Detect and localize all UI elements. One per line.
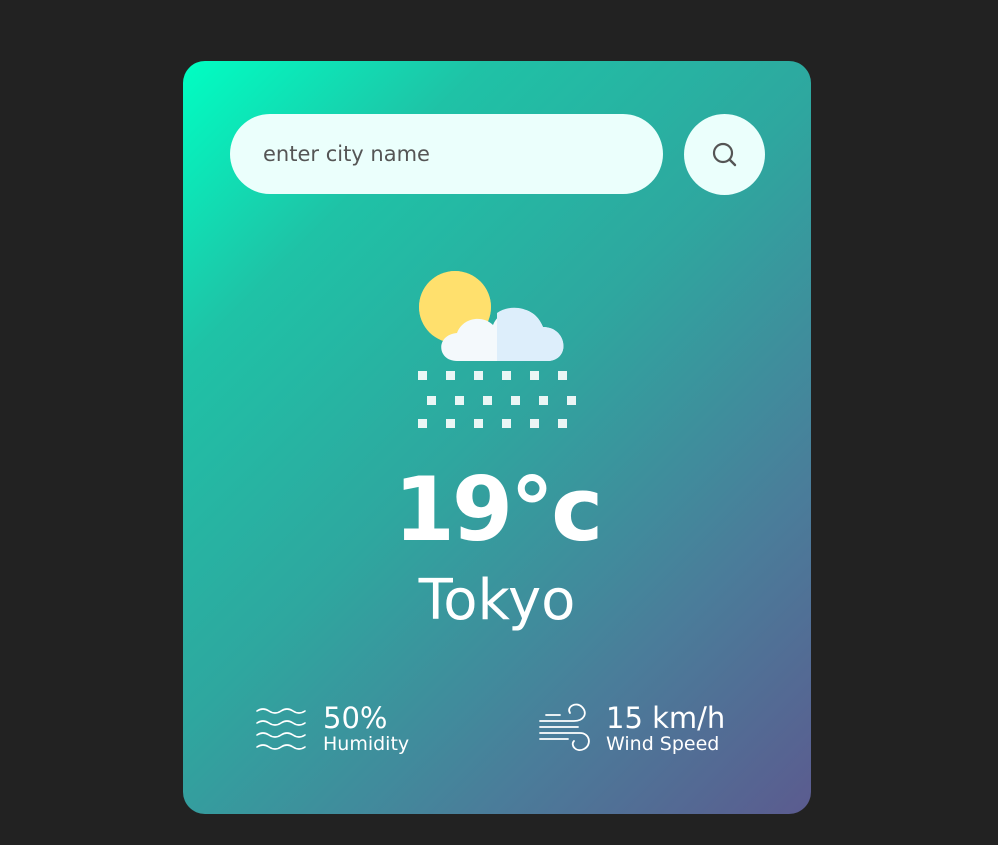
- city-name: Tokyo: [418, 568, 576, 633]
- humidity-label: Humidity: [323, 732, 410, 755]
- wind-value: 15 km/h: [606, 701, 726, 736]
- weather-card: 19°c Tokyo 50% Humidity 15 km/h Wind Spe…: [183, 61, 811, 814]
- temperature: 19°c: [393, 458, 604, 561]
- search-icon: [712, 142, 736, 166]
- cloud-sun-snow-icon: [418, 271, 576, 428]
- humidity-value: 50%: [323, 701, 388, 736]
- humidity-detail: 50% Humidity: [255, 701, 409, 757]
- search-input[interactable]: [230, 114, 663, 194]
- humidity-waves-icon: [256, 708, 306, 750]
- wind-detail: 15 km/h Wind Speed: [538, 701, 725, 757]
- wind-label: Wind Speed: [606, 732, 720, 755]
- wind-icon: [539, 703, 590, 751]
- search-button[interactable]: [684, 114, 765, 195]
